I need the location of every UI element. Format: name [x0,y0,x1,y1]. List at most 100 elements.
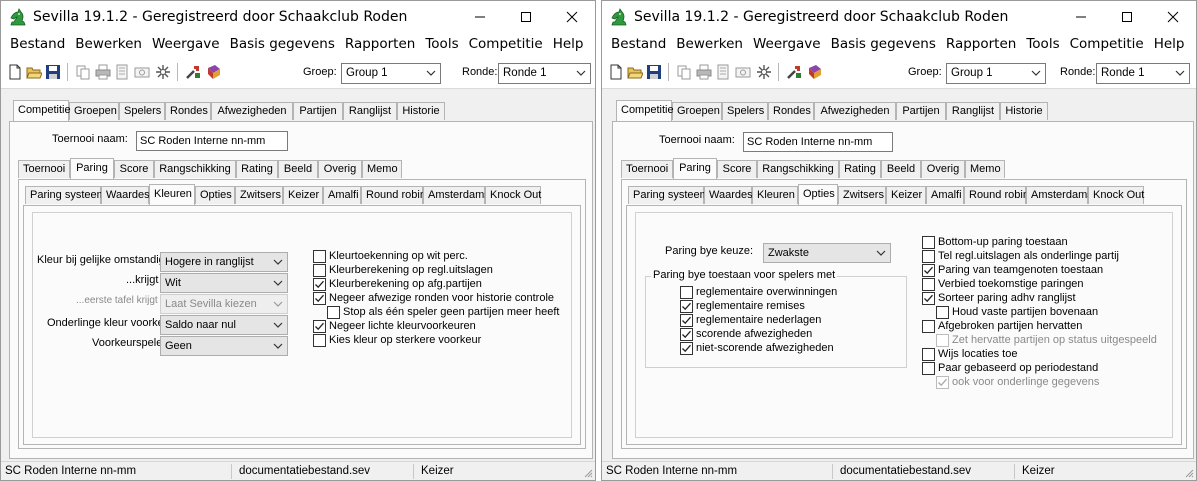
menu-bestand[interactable]: Bestand [5,36,70,52]
menu-weergave[interactable]: Weergave [147,36,225,52]
menu-rapporten[interactable]: Rapporten [941,36,1021,52]
menu-help[interactable]: Help [548,36,589,52]
ronde-select[interactable]: Ronde 1 [1096,63,1190,84]
krijgt-select[interactable]: Wit [160,273,288,293]
tab-partijen[interactable]: Partijen [896,102,946,120]
tab-knock-out[interactable]: Knock Out [1088,186,1144,204]
tab-rondes[interactable]: Rondes [165,102,211,120]
bye-scorende-afwezigheden-checkbox[interactable] [680,328,693,341]
onderlinge-kleur-select[interactable]: Saldo naar nul [160,315,288,335]
tab-rating[interactable]: Rating [839,160,881,178]
tools-icon[interactable] [786,64,802,80]
negeer-afwezige-checkbox[interactable] [313,292,326,305]
sorteer-paring-checkbox[interactable] [922,292,935,305]
tab-score[interactable]: Score [114,160,154,178]
bye-regl-remises-checkbox[interactable] [680,300,693,313]
pairing-wizard-icon[interactable] [756,64,772,80]
toernooi-naam-input[interactable]: SC Roden Interne nn-mm [743,132,893,152]
tab-rangschikking[interactable]: Rangschikking [154,160,236,178]
resize-grip-icon[interactable] [583,468,593,478]
tab-score[interactable]: Score [717,160,757,178]
tab-historie[interactable]: Historie [397,102,445,120]
tab-knock-out[interactable]: Knock Out [485,186,541,204]
preview-icon[interactable] [735,64,751,80]
tab-amsterdams[interactable]: Amsterdams [423,186,490,204]
tab-overig[interactable]: Overig [921,160,965,178]
tab-rangschikking[interactable]: Rangschikking [757,160,839,178]
new-file-icon[interactable] [7,64,23,80]
tab-toernooi[interactable]: Toernooi [621,160,673,178]
menu-bestand[interactable]: Bestand [606,36,671,52]
ook-onderlinge-checkbox[interactable] [936,376,949,389]
menu-competitie[interactable]: Competitie [464,36,548,52]
tab-rondes[interactable]: Rondes [768,102,814,120]
menu-basis-gegevens[interactable]: Basis gegevens [225,36,340,52]
menu-bewerken[interactable]: Bewerken [70,36,147,52]
tab-paring[interactable]: Paring [70,158,114,179]
groep-select[interactable]: Group 1 [946,63,1046,84]
voorkeurspeler-select[interactable]: Geen [160,336,288,356]
menu-basis-gegevens[interactable]: Basis gegevens [826,36,941,52]
save-icon[interactable] [45,64,61,80]
tab-kleuren[interactable]: Kleuren [752,186,798,204]
open-folder-icon[interactable] [26,64,42,80]
ronde-select[interactable]: Ronde 1 [498,63,591,84]
tab-zwitsers[interactable]: Zwitsers [235,186,283,204]
resize-grip-icon[interactable] [1184,468,1194,478]
eerste-tafel-select[interactable]: Laat Sevilla kiezen [160,294,288,314]
tab-zwitsers[interactable]: Zwitsers [838,186,886,204]
tab-waardes[interactable]: Waardes [101,186,150,204]
wijs-locaties-checkbox[interactable] [922,348,935,361]
tools-icon[interactable] [185,64,201,80]
tab-memo[interactable]: Memo [362,160,402,178]
negeer-lichte-checkbox[interactable] [313,320,326,333]
save-icon[interactable] [646,64,662,80]
zet-hervatte-checkbox[interactable] [936,334,949,347]
bye-regl-overwinningen-checkbox[interactable] [680,286,693,299]
menu-competitie[interactable]: Competitie [1065,36,1149,52]
kleur-bij-gelijke-select[interactable]: Hogere in ranglijst [160,252,288,272]
tab-competitie[interactable]: Competitie [13,100,71,121]
menu-bewerken[interactable]: Bewerken [671,36,748,52]
bye-regl-nederlagen-checkbox[interactable] [680,314,693,327]
tab-round-robin[interactable]: Round robin [361,186,426,204]
paring-bye-keuze-select[interactable]: Zwakste [763,243,891,263]
close-button[interactable] [549,1,595,33]
menu-help[interactable]: Help [1149,36,1190,52]
tab-paring-systeem[interactable]: Paring systeem [628,186,709,204]
tab-spelers[interactable]: Spelers [722,102,768,120]
tab-spelers[interactable]: Spelers [119,102,165,120]
new-file-icon[interactable] [608,64,624,80]
print-icon[interactable] [95,64,111,80]
menu-rapporten[interactable]: Rapporten [340,36,420,52]
tab-amalfi[interactable]: Amalfi [926,186,964,204]
document-icon[interactable] [715,64,731,80]
maximize-button[interactable] [503,1,549,33]
pairing-wizard-icon[interactable] [155,64,171,80]
tab-paring-systeem[interactable]: Paring systeem [25,186,106,204]
tab-keizer[interactable]: Keizer [283,186,323,204]
tab-overig[interactable]: Overig [318,160,362,178]
tab-toernooi[interactable]: Toernooi [18,160,70,178]
document-icon[interactable] [114,64,130,80]
teamgenoten-checkbox[interactable] [922,264,935,277]
maximize-button[interactable] [1104,1,1150,33]
tab-keizer[interactable]: Keizer [886,186,926,204]
minimize-button[interactable] [1058,1,1104,33]
tab-kleuren[interactable]: Kleuren [149,184,195,205]
preview-icon[interactable] [134,64,150,80]
tab-waardes[interactable]: Waardes [704,186,753,204]
stop-als-checkbox[interactable] [327,306,340,319]
book-icon[interactable] [206,64,222,80]
tab-partijen[interactable]: Partijen [293,102,343,120]
tab-competitie[interactable]: Competitie [616,100,674,121]
tab-round-robin[interactable]: Round robin [964,186,1029,204]
book-icon[interactable] [807,64,823,80]
afgebroken-checkbox[interactable] [922,320,935,333]
tab-opties[interactable]: Opties [195,186,235,204]
title-bar[interactable]: Sevilla 19.1.2 - Geregistreerd door Scha… [602,1,1196,33]
paar-periodestand-checkbox[interactable] [922,362,935,375]
bottom-up-checkbox[interactable] [922,236,935,249]
kleurberekening-regl-checkbox[interactable] [313,264,326,277]
houd-vaste-checkbox[interactable] [936,306,949,319]
